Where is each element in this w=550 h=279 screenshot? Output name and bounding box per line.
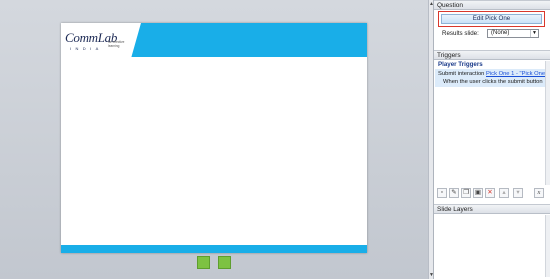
edit-pick-one-button[interactable]: Edit Pick One: [441, 14, 542, 24]
copy-icon[interactable]: ❐: [461, 188, 471, 198]
trigger-action-line: Submit interaction Pick One 1 - "Pick On…: [438, 70, 547, 78]
logo-tagline: for effective learning: [108, 40, 125, 48]
slide-thumbnail-1[interactable]: [197, 256, 210, 269]
trigger-action-text: Submit interaction: [438, 71, 487, 77]
paste-icon[interactable]: ▣: [473, 188, 483, 198]
triggers-section-header[interactable]: Triggers: [434, 50, 550, 60]
layers-scrollbar[interactable]: [545, 215, 550, 277]
move-up-icon[interactable]: ▴: [499, 188, 509, 198]
properties-panel: Question Edit Pick One Results slide: (N…: [433, 0, 550, 279]
slide-layers-section-header[interactable]: Slide Layers: [434, 204, 550, 214]
move-down-icon[interactable]: ▾: [513, 188, 523, 198]
player-triggers-heading: Player Triggers: [438, 61, 483, 68]
trigger-toolbar: ▫ ✎ ❐ ▣ ✕ ▴ ▾ x: [437, 188, 548, 200]
slide-thumbnail-2[interactable]: [218, 256, 231, 269]
question-section-header[interactable]: Question: [434, 0, 550, 10]
delete-icon[interactable]: ✕: [485, 188, 495, 198]
results-slide-label: Results slide:: [442, 30, 479, 37]
logo-panel: CommLab INDIA for effective learning: [61, 23, 141, 57]
edit-button-highlight: Edit Pick One: [438, 11, 545, 27]
trigger-item[interactable]: Submit interaction Pick One 1 - "Pick On…: [435, 69, 548, 87]
results-slide-select[interactable]: (None) ▼: [487, 29, 539, 38]
slide-canvas[interactable]: CommLab INDIA for effective learning: [61, 23, 367, 253]
logo-subtext: INDIA: [70, 46, 103, 51]
edit-trigger-icon[interactable]: ✎: [449, 188, 459, 198]
results-slide-value: (None): [491, 30, 510, 36]
trigger-condition-text: When the user clicks the submit button: [443, 79, 543, 85]
slide-footer-band: [61, 245, 367, 253]
new-trigger-icon[interactable]: ▫: [437, 188, 447, 198]
triggers-scrollbar[interactable]: [545, 61, 550, 185]
chevron-down-icon[interactable]: ▼: [530, 30, 538, 37]
variables-icon[interactable]: x: [534, 188, 544, 198]
trigger-object-link[interactable]: Pick One 1 - "Pick One": [486, 71, 547, 77]
